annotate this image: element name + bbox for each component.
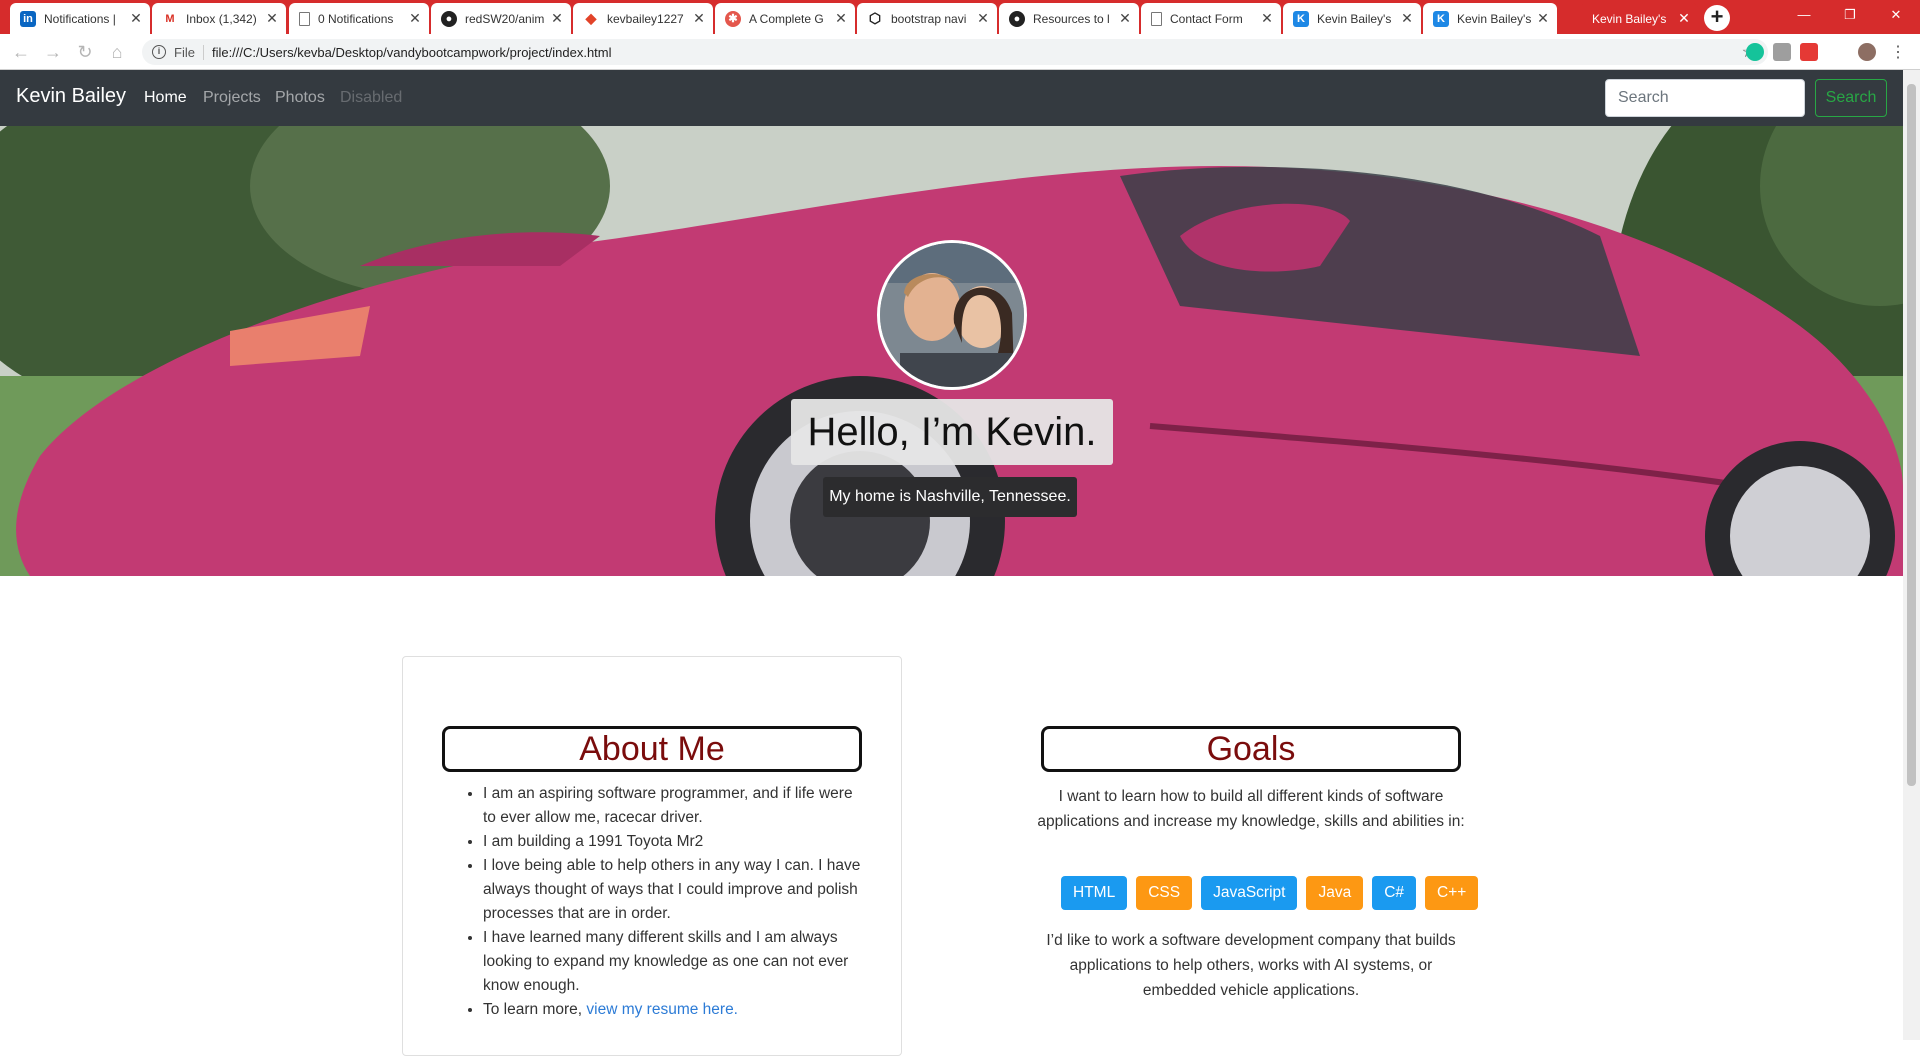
- skill-badge-cpp: C++: [1425, 876, 1479, 910]
- close-tab-icon[interactable]: ✕: [833, 10, 849, 27]
- resume-prefix: To learn more,: [483, 1001, 587, 1018]
- close-tab-icon[interactable]: ✕: [128, 10, 144, 27]
- hero-title: Hello, I’m Kevin.: [791, 399, 1113, 465]
- nav-link-disabled: Disabled: [340, 89, 403, 106]
- search-input[interactable]: [1605, 79, 1805, 117]
- about-list: I am an aspiring software programmer, an…: [465, 782, 865, 1022]
- search-button[interactable]: Search: [1815, 79, 1887, 117]
- gitlab-icon: ◆: [585, 10, 597, 26]
- nav-link-photos[interactable]: Photos: [275, 89, 325, 107]
- address-bar[interactable]: i File file:///C:/Users/kevba/Desktop/va…: [142, 39, 1768, 65]
- minimize-button[interactable]: —: [1781, 0, 1827, 30]
- close-tab-icon[interactable]: ✕: [549, 10, 565, 27]
- browser-tab[interactable]: ✱ A Complete G ✕: [715, 3, 855, 34]
- close-tab-icon[interactable]: ✕: [1676, 10, 1692, 27]
- list-item: To learn more, view my resume here.: [483, 998, 865, 1022]
- browser-tab-strip: in Notifications | ✕ M Inbox (1,342) - ✕…: [0, 0, 1920, 34]
- close-tab-icon[interactable]: ✕: [264, 10, 280, 27]
- extension-icon[interactable]: [1800, 43, 1818, 61]
- hero-subtitle: My home is Nashville, Tennessee.: [823, 477, 1077, 517]
- skills-badges: HTML CSS JavaScript Java C# C++: [1061, 876, 1479, 910]
- forward-icon[interactable]: →: [42, 41, 64, 63]
- browser-tab[interactable]: M Inbox (1,342) - ✕: [152, 3, 286, 34]
- goals-intro: I want to learn how to build all differe…: [1037, 788, 1465, 830]
- list-item: I am building a 1991 Toyota Mr2: [483, 830, 865, 854]
- skill-badge-css: CSS: [1136, 876, 1193, 910]
- list-item: I love being able to help others in any …: [483, 854, 865, 926]
- profile-photo-image: [880, 243, 1024, 387]
- new-tab-button[interactable]: +: [1704, 5, 1730, 31]
- goals-outro: I’d like to work a software development …: [1046, 932, 1456, 999]
- close-tab-icon[interactable]: ✕: [407, 10, 423, 27]
- nav-link-projects[interactable]: Projects: [203, 89, 261, 107]
- profile-avatar: [877, 240, 1027, 390]
- github-icon: ●: [1009, 10, 1025, 27]
- close-window-button[interactable]: ✕: [1873, 0, 1919, 30]
- github-icon: ●: [441, 10, 457, 27]
- menu-icon[interactable]: ⋮: [1890, 42, 1906, 62]
- maximize-button[interactable]: ❐: [1827, 0, 1873, 30]
- home-icon[interactable]: ⌂: [106, 41, 128, 63]
- url-scheme: File: [174, 44, 204, 60]
- nav-link-home[interactable]: Home: [144, 89, 187, 107]
- site-icon: ✱: [725, 10, 741, 27]
- close-tab-icon[interactable]: ✕: [1259, 10, 1275, 27]
- browser-tab[interactable]: ● redSW20/anim ✕: [431, 3, 571, 34]
- back-icon[interactable]: ←: [10, 41, 32, 63]
- goals-heading: Goals: [1041, 726, 1461, 772]
- profile-avatar-icon[interactable]: [1858, 43, 1876, 61]
- page-icon: [299, 11, 310, 26]
- site-navbar: Kevin Bailey Home Projects Photos Disabl…: [0, 70, 1903, 126]
- extension-icon[interactable]: [1773, 43, 1791, 61]
- scrollbar-thumb[interactable]: [1907, 84, 1916, 786]
- browser-tab[interactable]: ● Resources to l ✕: [999, 3, 1139, 34]
- skill-badge-javascript: JavaScript: [1201, 876, 1298, 910]
- info-icon[interactable]: i: [152, 45, 166, 59]
- skill-badge-html: HTML: [1061, 876, 1128, 910]
- url-text: file:///C:/Users/kevba/Desktop/vandyboot…: [211, 44, 612, 60]
- reload-icon[interactable]: ↻: [74, 41, 96, 63]
- browser-tab[interactable]: 0 Notifications ✕: [289, 3, 429, 34]
- browser-tab-active[interactable]: Kevin Bailey's ✕: [1580, 3, 1698, 34]
- scrollbar[interactable]: [1903, 70, 1920, 1040]
- close-tab-icon[interactable]: ✕: [691, 10, 707, 27]
- close-tab-icon[interactable]: ✕: [975, 10, 991, 27]
- browser-tab[interactable]: K Kevin Bailey's ✕: [1283, 3, 1421, 34]
- skill-badge-java: Java: [1306, 876, 1364, 910]
- codepen-icon: ⬡: [868, 10, 882, 26]
- list-item: I am an aspiring software programmer, an…: [483, 782, 865, 830]
- hero-banner: Hello, I’m Kevin. My home is Nashville, …: [0, 126, 1903, 576]
- browser-tab[interactable]: ◆ kevbailey1227 ✕: [573, 3, 713, 34]
- browser-tab[interactable]: in Notifications | ✕: [10, 3, 150, 34]
- gmail-icon: M: [165, 12, 175, 25]
- k-icon: K: [1433, 10, 1449, 27]
- resume-link[interactable]: view my resume here.: [586, 1001, 738, 1018]
- browser-tab[interactable]: Contact Form ✕: [1141, 3, 1281, 34]
- close-tab-icon[interactable]: ✕: [1117, 10, 1133, 27]
- skill-badge-csharp: C#: [1372, 876, 1417, 910]
- close-tab-icon[interactable]: ✕: [1399, 10, 1415, 27]
- linkedin-icon: in: [20, 10, 36, 27]
- about-heading: About Me: [442, 726, 862, 772]
- grammarly-extension-icon[interactable]: [1746, 43, 1764, 61]
- browser-tab[interactable]: ⬡ bootstrap navi ✕: [857, 3, 997, 34]
- k-icon: K: [1293, 10, 1309, 27]
- browser-toolbar: ← → ↻ ⌂ i File file:///C:/Users/kevba/De…: [0, 34, 1920, 70]
- page-icon: [1151, 11, 1162, 26]
- list-item: I have learned many different skills and…: [483, 926, 865, 998]
- browser-tab[interactable]: K Kevin Bailey's ✕: [1423, 3, 1557, 34]
- close-tab-icon[interactable]: ✕: [1535, 10, 1551, 27]
- navbar-brand[interactable]: Kevin Bailey: [16, 85, 126, 108]
